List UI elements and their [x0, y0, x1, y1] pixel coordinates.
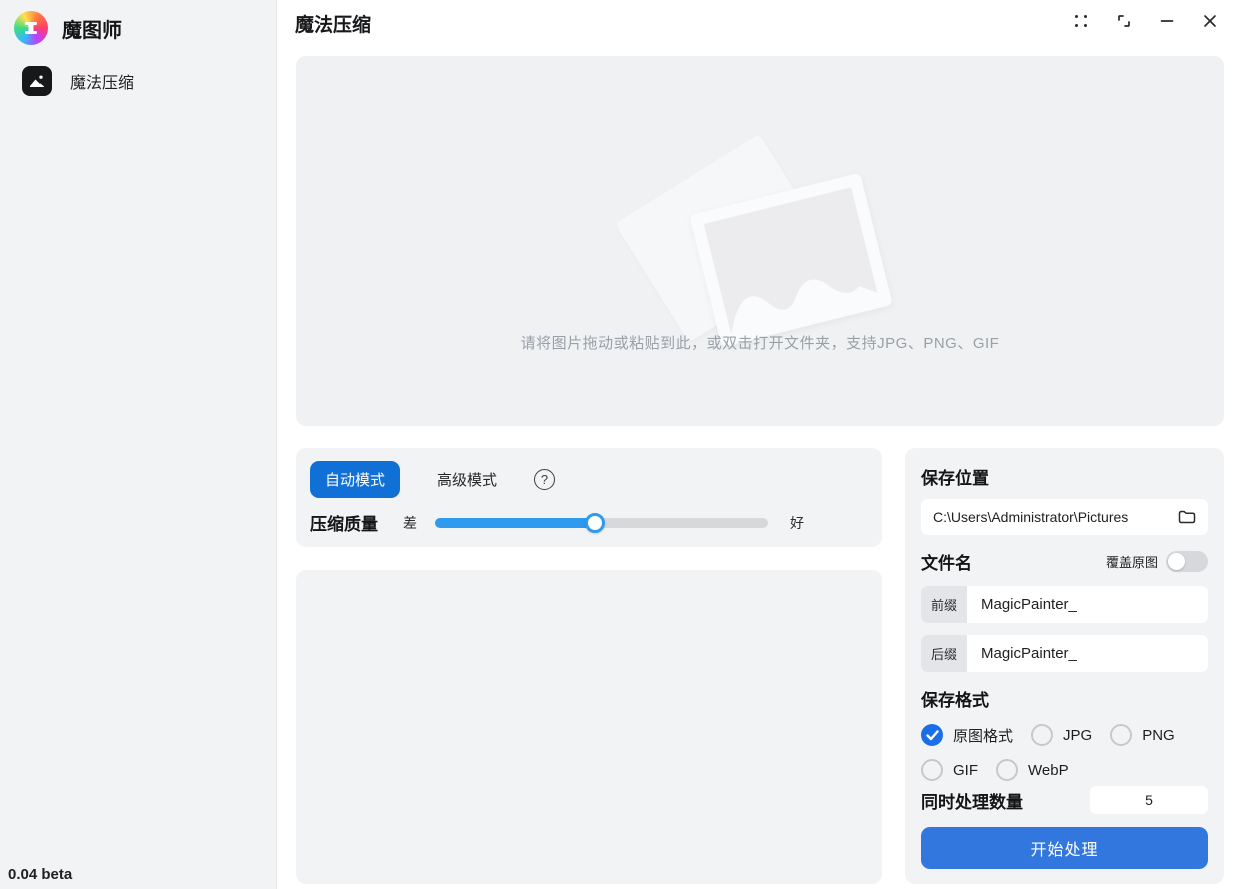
radio-unchecked-icon [996, 759, 1018, 781]
quality-min-label: 差 [403, 513, 435, 533]
quality-slider-fill [435, 518, 595, 528]
radio-label: 原图格式 [953, 725, 1013, 746]
concurrency-input[interactable] [1090, 786, 1208, 814]
layout-dots-icon[interactable] [1071, 11, 1091, 31]
quality-row: 压缩质量 差 好 [310, 510, 868, 535]
app-window: 魔图师 魔法压缩 0.04 beta 魔法压缩 [0, 0, 1236, 889]
format-radio-row-2: GIF WebP [921, 759, 1208, 781]
sidebar: 魔图师 魔法压缩 0.04 beta [0, 0, 277, 889]
check-icon [926, 730, 939, 741]
radio-label: GIF [953, 762, 978, 779]
concurrency-row: 同时处理数量 [921, 786, 1208, 814]
radio-label: PNG [1142, 727, 1175, 744]
radio-unchecked-icon [1110, 724, 1132, 746]
save-location-field[interactable] [921, 499, 1208, 535]
help-icon[interactable]: ? [534, 469, 555, 490]
folder-icon[interactable] [1176, 506, 1198, 528]
prefix-input[interactable] [967, 586, 1208, 623]
quality-slider-thumb[interactable] [585, 513, 605, 533]
save-format-title: 保存格式 [921, 686, 1208, 711]
sidebar-item-label: 魔法压缩 [70, 69, 134, 93]
suffix-row: 后缀 [921, 635, 1208, 672]
radio-label: JPG [1063, 727, 1092, 744]
overwrite-toggle[interactable] [1166, 551, 1208, 572]
radio-unchecked-icon [1031, 724, 1053, 746]
app-logo-icon [14, 11, 48, 45]
format-radio-row-1: 原图格式 JPG PNG [921, 724, 1208, 746]
quality-slider[interactable] [435, 513, 768, 533]
mode-panel: 自动模式 高级模式 ? 压缩质量 差 好 [296, 448, 882, 547]
tab-advanced-mode[interactable]: 高级模式 [422, 461, 512, 498]
version-text: 0.04 beta [8, 866, 72, 883]
page-title: 魔法压缩 [295, 10, 371, 37]
image-icon [22, 66, 52, 96]
radio-checked-icon [921, 724, 943, 746]
prefix-row: 前缀 [921, 586, 1208, 623]
filename-row: 文件名 覆盖原图 [921, 549, 1208, 574]
suffix-chip: 后缀 [921, 635, 967, 672]
concurrency-label: 同时处理数量 [921, 788, 1023, 813]
radio-gif[interactable]: GIF [921, 759, 978, 781]
start-processing-button[interactable]: 开始处理 [921, 827, 1208, 869]
suffix-input[interactable] [967, 635, 1208, 672]
sidebar-item-magic-compress[interactable]: 魔法压缩 [22, 66, 276, 96]
radio-label: WebP [1028, 762, 1069, 779]
close-icon[interactable] [1200, 11, 1220, 31]
results-panel [296, 570, 882, 884]
dropzone-hint: 请将图片拖动或粘贴到此，或双击打开文件夹，支持JPG、PNG、GIF [296, 332, 1224, 353]
fullscreen-icon[interactable] [1114, 11, 1134, 31]
tab-auto-mode[interactable]: 自动模式 [310, 461, 400, 498]
radio-jpg[interactable]: JPG [1031, 724, 1092, 746]
overwrite-label: 覆盖原图 [1106, 552, 1158, 571]
minimize-icon[interactable] [1157, 11, 1177, 31]
mode-tabs: 自动模式 高级模式 ? [310, 461, 868, 498]
window-controls [1071, 11, 1220, 31]
filename-title: 文件名 [921, 549, 972, 574]
save-location-title: 保存位置 [921, 464, 1208, 489]
quality-label: 压缩质量 [310, 510, 403, 535]
sidebar-header: 魔图师 [0, 0, 276, 48]
toggle-knob [1168, 553, 1185, 570]
image-dropzone[interactable]: 请将图片拖动或粘贴到此，或双击打开文件夹，支持JPG、PNG、GIF [296, 56, 1224, 426]
main-area: 魔法压缩 [277, 0, 1236, 889]
radio-unchecked-icon [921, 759, 943, 781]
save-location-input[interactable] [933, 509, 1176, 525]
radio-png[interactable]: PNG [1110, 724, 1175, 746]
radio-webp[interactable]: WebP [996, 759, 1069, 781]
app-name: 魔图师 [62, 14, 122, 43]
radio-original-format[interactable]: 原图格式 [921, 724, 1013, 746]
save-settings-panel: 保存位置 文件名 覆盖原图 前缀 [905, 448, 1224, 884]
prefix-chip: 前缀 [921, 586, 967, 623]
quality-max-label: 好 [790, 513, 804, 533]
titlebar: 魔法压缩 [277, 0, 1236, 46]
photos-watermark-icon [655, 174, 865, 344]
